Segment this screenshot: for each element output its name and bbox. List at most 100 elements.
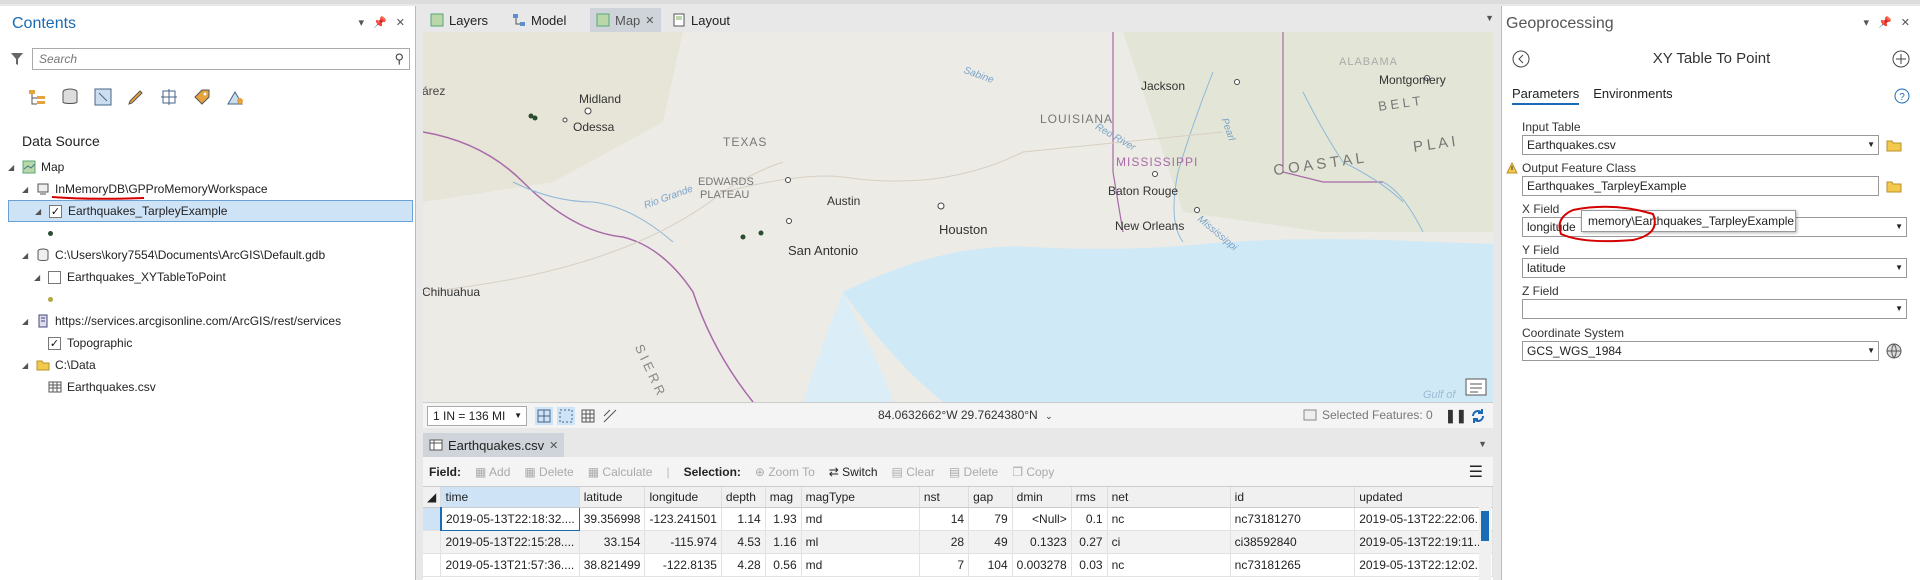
selection-icon[interactable] <box>92 86 114 108</box>
table-cell[interactable]: 2019-05-13T21:57:36.... <box>440 553 580 577</box>
table-cell[interactable]: nc <box>1107 507 1231 531</box>
add-icon[interactable] <box>1892 50 1910 68</box>
table-cell[interactable]: 2019-05-13T22:18:32.... <box>440 506 580 531</box>
calculate-field-button[interactable]: ▦ Calculate <box>588 465 653 479</box>
tab-layout[interactable]: Layout <box>666 8 736 32</box>
search-input[interactable]: Search ⚲ <box>32 48 410 70</box>
column-header[interactable]: latitude <box>579 487 646 508</box>
table-cell[interactable]: md <box>801 553 920 577</box>
tree-map[interactable]: ◢ Map <box>8 156 413 178</box>
table-cell[interactable]: 33.154 <box>579 530 646 554</box>
tab-parameters[interactable]: Parameters <box>1512 86 1580 105</box>
tree-layer-xy[interactable]: ◢ Earthquakes_XYTableToPoint <box>8 266 413 288</box>
table-cell[interactable]: 4.53 <box>721 530 766 554</box>
table-cell[interactable]: ml <box>801 530 920 554</box>
table-cell[interactable]: 104 <box>968 553 1013 577</box>
table-cell[interactable]: 0.27 <box>1071 530 1108 554</box>
column-header[interactable]: dmin <box>1012 487 1072 508</box>
collapse-icon[interactable]: ◢ <box>22 317 32 326</box>
column-header[interactable]: rms <box>1071 487 1108 508</box>
filter-icon[interactable] <box>10 52 24 66</box>
column-header[interactable]: id <box>1230 487 1356 508</box>
column-header[interactable]: updated <box>1354 487 1493 508</box>
table-cell[interactable]: 0.03 <box>1071 553 1108 577</box>
row-selector-header[interactable]: ◢ <box>423 487 442 508</box>
table-cell[interactable]: 0.1323 <box>1012 530 1072 554</box>
help-icon[interactable]: ? <box>1894 88 1910 104</box>
earthquake-point[interactable] <box>532 115 538 121</box>
tree-folder[interactable]: ◢ C:\Data <box>8 354 413 376</box>
table-row[interactable]: 2019-05-13T22:18:32.... 39.356998 -123.2… <box>423 506 1493 531</box>
list-by-perspective-icon[interactable] <box>224 86 246 108</box>
visibility-checkbox[interactable]: ✓ <box>48 336 61 350</box>
output-field[interactable]: Earthquakes_TarpleyExample <box>1522 176 1879 196</box>
map-view[interactable]: árez Midland Odessa TEXAS EDWARDS PLATEA… <box>423 32 1493 402</box>
delete-field-button[interactable]: ▦ Delete <box>524 465 573 479</box>
table-scrollbar[interactable] <box>1479 507 1491 580</box>
close-tab-icon[interactable]: ✕ <box>549 439 558 452</box>
data-source-icon[interactable] <box>59 86 81 108</box>
snapping-icon[interactable] <box>158 86 180 108</box>
table-row[interactable]: 2019-05-13T21:57:36.... 38.821499 -122.8… <box>423 553 1493 577</box>
copy-button[interactable]: ❐ Copy <box>1012 465 1054 479</box>
close-icon[interactable]: ✕ <box>1901 16 1910 29</box>
options-icon[interactable]: ▾ <box>1864 16 1870 29</box>
table-cell[interactable]: ci38592840 <box>1230 530 1356 554</box>
scale-dropdown[interactable]: 1 IN = 136 MI ▼ <box>427 406 527 426</box>
table-cell[interactable]: 1.16 <box>765 530 802 554</box>
switch-button[interactable]: ⇄ Switch <box>829 465 878 479</box>
table-cell[interactable]: ci <box>1107 530 1231 554</box>
editing-icon[interactable] <box>125 86 147 108</box>
browse-folder-icon[interactable] <box>1886 179 1902 193</box>
pin-icon[interactable]: 📌 <box>1878 16 1892 29</box>
tab-environments[interactable]: Environments <box>1593 86 1672 105</box>
fixed-scale-icon[interactable] <box>535 407 553 425</box>
table-cell[interactable]: 49 <box>968 530 1013 554</box>
grid-icon[interactable] <box>579 407 597 425</box>
browse-folder-icon[interactable] <box>1886 138 1902 152</box>
refresh-icon[interactable] <box>1469 407 1487 425</box>
table-cell[interactable]: 39.356998 <box>579 507 646 531</box>
zoom-to-button[interactable]: ⊕ Zoom To <box>755 465 815 479</box>
table-cell[interactable]: 7 <box>919 553 970 577</box>
table-cell[interactable]: <Null> <box>1012 507 1072 531</box>
table-cell[interactable]: 0.1 <box>1071 507 1108 531</box>
table-cell[interactable]: 0.56 <box>765 553 802 577</box>
visibility-checkbox[interactable] <box>48 270 61 284</box>
tabs-dropdown-icon[interactable]: ▼ <box>1485 13 1494 23</box>
snap-grid-icon[interactable] <box>557 407 575 425</box>
table-cell[interactable]: 28 <box>919 530 970 554</box>
table-cell[interactable]: 4.28 <box>721 553 766 577</box>
table-cell[interactable]: nc73181270 <box>1230 507 1356 531</box>
table-cell[interactable]: 38.821499 <box>579 553 646 577</box>
table-cell[interactable]: nc <box>1107 553 1231 577</box>
scrollbar-thumb[interactable] <box>1481 511 1489 541</box>
table-cell[interactable]: 2019-05-13T22:12:02.... <box>1354 553 1493 577</box>
drawing-order-icon[interactable] <box>26 86 48 108</box>
close-icon[interactable]: ✕ <box>396 16 405 29</box>
column-header[interactable]: nst <box>919 487 970 508</box>
earthquake-point[interactable] <box>740 234 746 240</box>
selected-features[interactable]: Selected Features: 0 <box>1303 408 1433 422</box>
pin-icon[interactable]: 📌 <box>373 16 387 29</box>
table-cell[interactable]: 14 <box>919 507 970 531</box>
table-row[interactable]: 2019-05-13T22:15:28.... 33.154 -115.974 … <box>423 530 1493 554</box>
constraints-icon[interactable] <box>601 407 619 425</box>
table-cell[interactable]: -123.241501 <box>644 507 722 531</box>
column-header[interactable]: magType <box>801 487 920 508</box>
pause-icon[interactable]: ❚❚ <box>1445 408 1467 424</box>
column-header[interactable]: longitude <box>644 487 722 508</box>
tree-topographic[interactable]: ✓ Topographic <box>8 332 413 354</box>
tab-map[interactable]: Map ✕ <box>590 8 661 32</box>
tree-layer-tarpley[interactable]: ◢ ✓ Earthquakes_TarpleyExample <box>8 200 413 222</box>
tabs-dropdown-icon[interactable]: ▼ <box>1478 439 1487 449</box>
close-tab-icon[interactable]: ✕ <box>645 14 654 27</box>
row-selector[interactable] <box>423 530 442 554</box>
legend-icon[interactable] <box>1465 378 1487 396</box>
delete-selection-button[interactable]: ▤ Delete <box>949 465 998 479</box>
column-header[interactable]: mag <box>765 487 802 508</box>
collapse-icon[interactable]: ◢ <box>35 207 45 216</box>
search-icon[interactable]: ⚲ <box>394 51 404 67</box>
table-cell[interactable]: 2019-05-13T22:22:06.... <box>1354 507 1493 531</box>
column-header[interactable]: net <box>1107 487 1231 508</box>
